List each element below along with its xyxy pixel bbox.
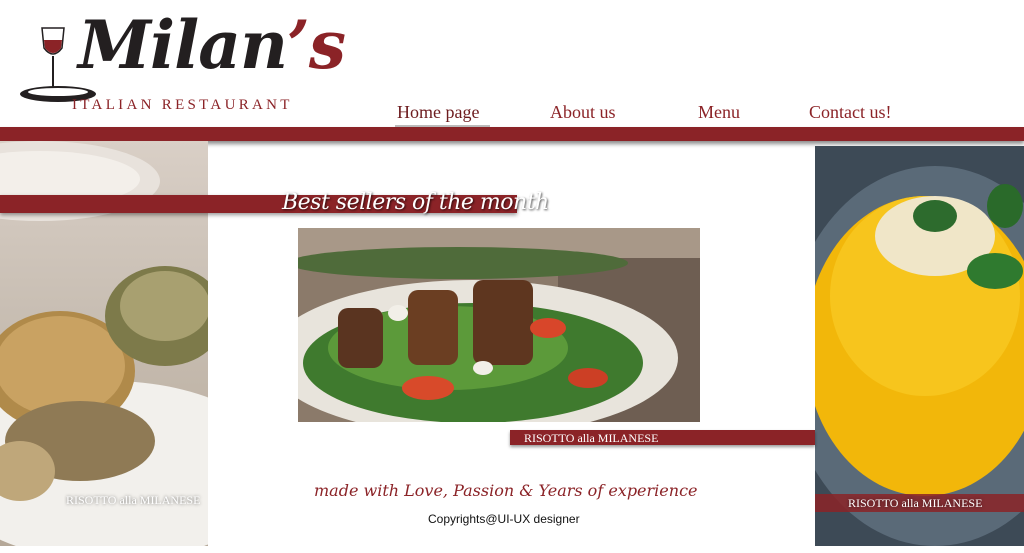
wine-glass-icon: [41, 27, 65, 88]
nav-menu[interactable]: Menu: [698, 102, 740, 123]
featured-dish-caption: RISOTTO alla MILANESE: [524, 431, 659, 445]
featured-dish-photo[interactable]: [298, 228, 700, 422]
side-photo-right[interactable]: [815, 146, 1024, 546]
nav-about[interactable]: About us: [550, 102, 616, 123]
nav-home[interactable]: Home page: [397, 102, 479, 123]
best-sellers-title: Best sellers of the month: [282, 190, 549, 215]
header-divider-bar: [0, 127, 1024, 141]
nav-contact[interactable]: Contact us!: [809, 102, 892, 123]
logo-wordmark: Milan’s: [78, 6, 346, 84]
side-right-caption: RISOTTO alla MILANESE: [848, 496, 983, 510]
grilled-chicken-salad-illustration: [298, 228, 700, 422]
risotto-illustration: [815, 146, 1024, 546]
main-navigation: Home page About us Menu Contact us!: [0, 102, 1024, 128]
side-left-caption: RISOTTO alla MILANESE: [66, 493, 201, 507]
copyright-text: Copyrights@UI-UX designer: [428, 512, 580, 526]
tagline: made with Love, Passion & Years of exper…: [314, 481, 698, 500]
